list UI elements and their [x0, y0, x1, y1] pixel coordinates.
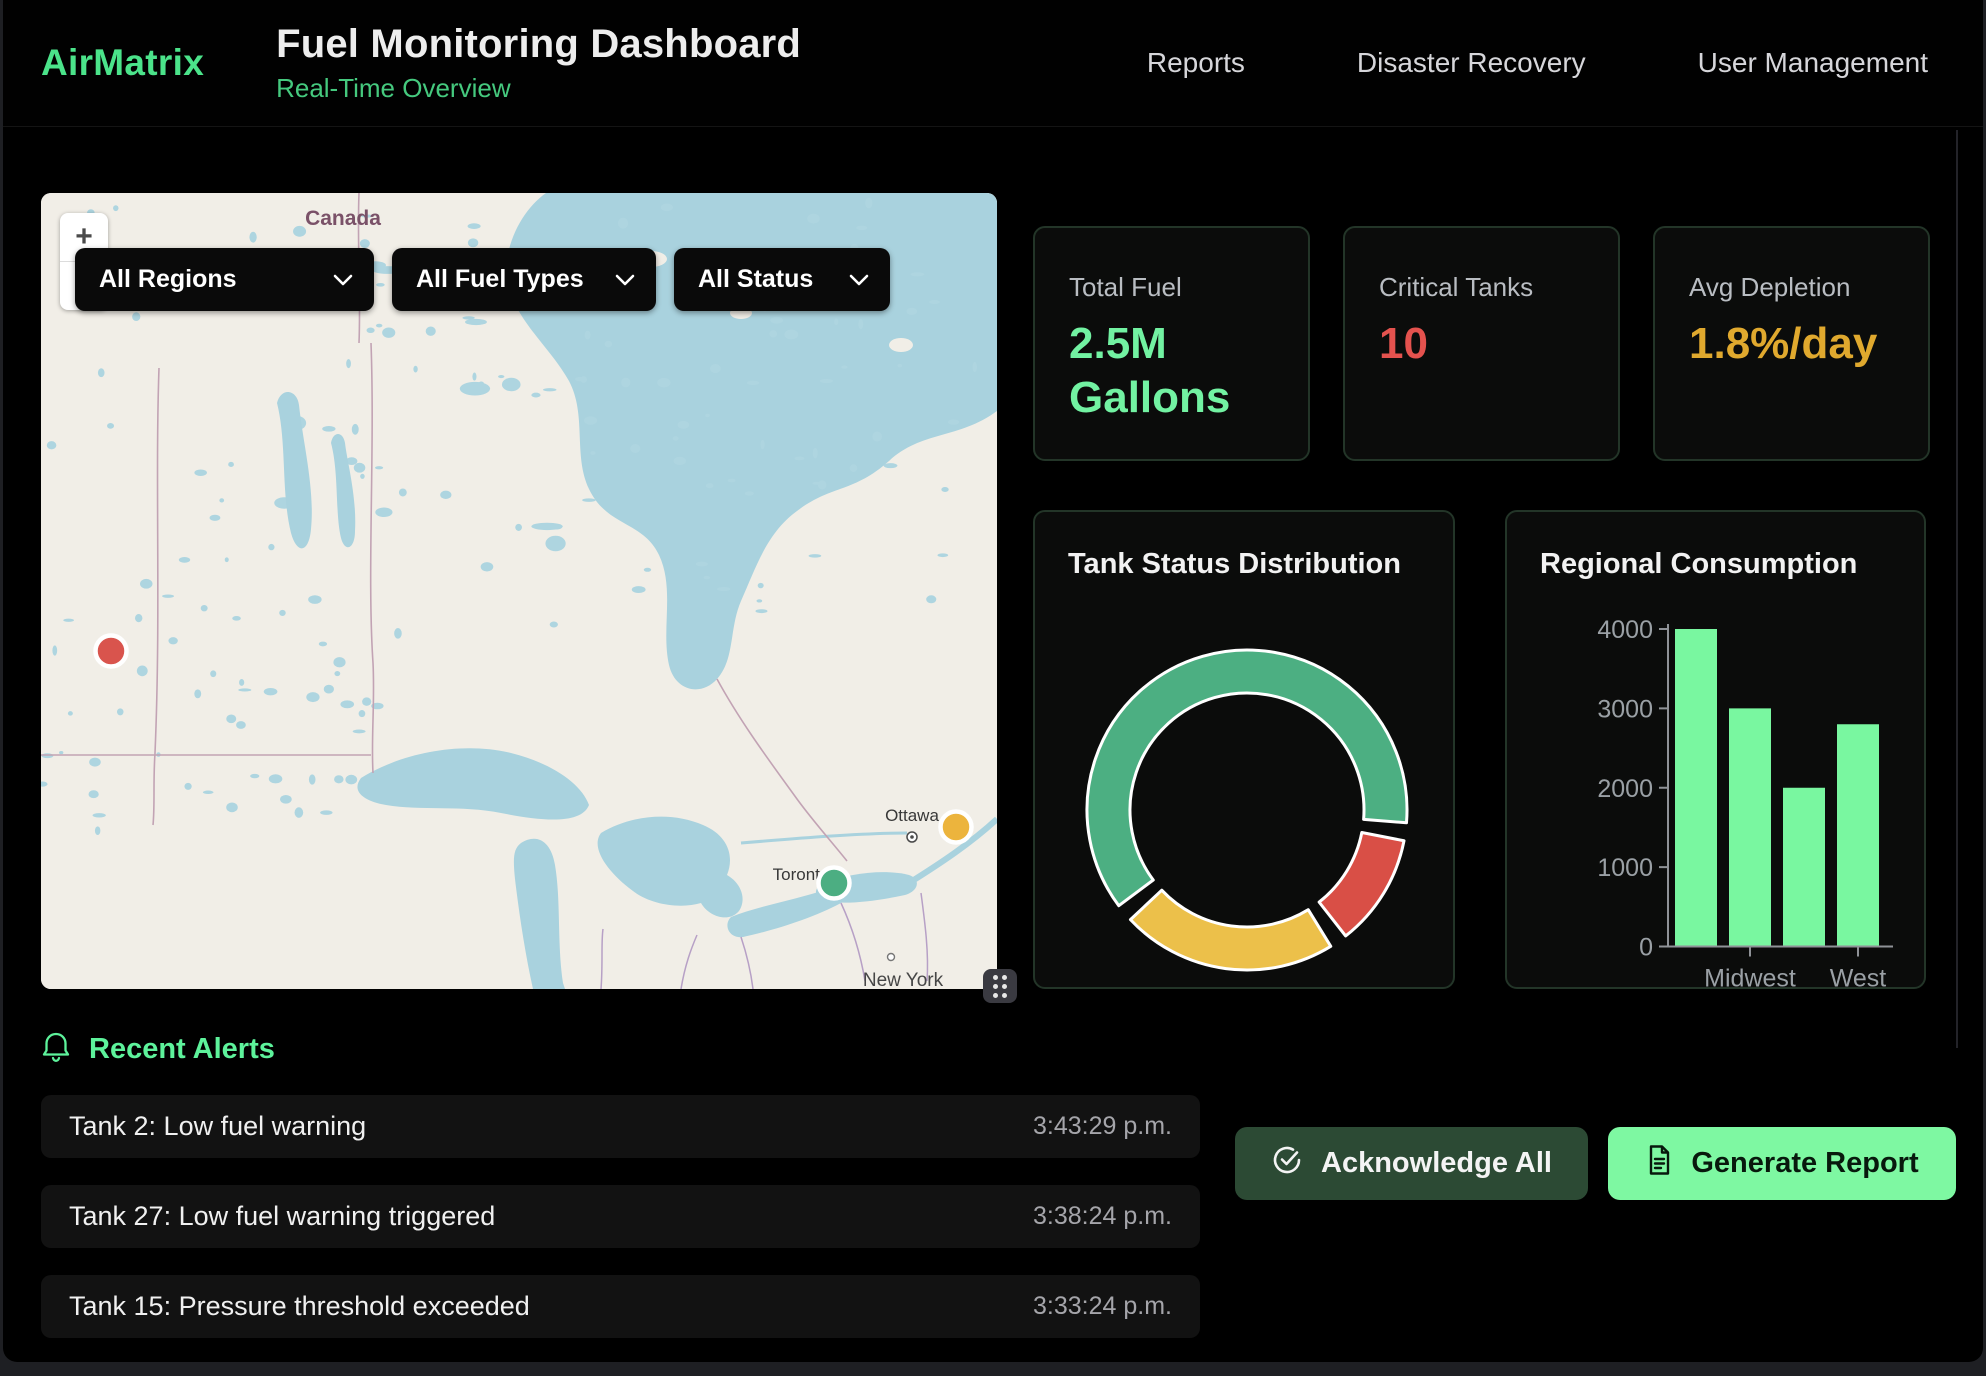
main-nav: Reports Disaster Recovery User Managemen…: [1147, 47, 1928, 79]
map-label-new-york: New York: [863, 970, 944, 989]
chevron-down-icon: [848, 273, 870, 287]
page-title: Fuel Monitoring Dashboard: [276, 22, 801, 67]
alerts-title: Recent Alerts: [89, 1033, 275, 1066]
svg-text:Midwest: Midwest: [1704, 965, 1796, 990]
alert-time: 3:38:24 p.m.: [1033, 1202, 1172, 1231]
svg-text:1000: 1000: [1597, 854, 1653, 882]
alert-row[interactable]: Tank 2: Low fuel warning 3:43:29 p.m.: [41, 1095, 1200, 1158]
svg-text:4000: 4000: [1597, 616, 1653, 644]
right-column: Total Fuel 2.5M Gallons Critical Tanks 1…: [1033, 226, 1930, 989]
status-filter-value: All Status: [698, 265, 813, 294]
stats-row: Total Fuel 2.5M Gallons Critical Tanks 1…: [1033, 226, 1930, 461]
map-resize-handle[interactable]: [983, 969, 1017, 1003]
stat-label: Critical Tanks: [1379, 272, 1584, 303]
alert-text: Tank 27: Low fuel warning triggered: [69, 1201, 495, 1232]
fuel-tank-map[interactable]: Canada Ottawa Toronto New York: [41, 193, 997, 989]
normal-tank-marker[interactable]: [819, 868, 850, 899]
stat-value: 1.8%/day: [1689, 317, 1894, 371]
critical-tank-marker[interactable]: [96, 636, 127, 667]
svg-text:0: 0: [1639, 934, 1653, 962]
alerts-section: Recent Alerts Tank 2: Low fuel warning 3…: [3, 1031, 1983, 1338]
warning-tank-marker[interactable]: [941, 812, 972, 843]
charts-row: Tank Status Distribution Regional Consum…: [1033, 510, 1930, 989]
chevron-down-icon: [332, 273, 354, 287]
chevron-down-icon: [614, 273, 636, 287]
regions-filter-value: All Regions: [99, 265, 237, 294]
nav-disaster-recovery[interactable]: Disaster Recovery: [1357, 47, 1586, 79]
stat-value: 10: [1379, 317, 1584, 371]
fuel-type-filter-select[interactable]: All Fuel Types: [392, 248, 656, 311]
donut-chart-title: Tank Status Distribution: [1068, 548, 1453, 581]
alert-actions: Acknowledge All Generate Report: [1235, 1127, 1956, 1200]
alert-time: 3:33:24 p.m.: [1033, 1292, 1172, 1321]
nav-reports[interactable]: Reports: [1147, 47, 1245, 79]
alert-row[interactable]: Tank 27: Low fuel warning triggered 3:38…: [41, 1185, 1200, 1248]
map-section: Canada Ottawa Toronto New York + −: [41, 193, 997, 989]
stat-card-critical-tanks: Critical Tanks 10: [1343, 226, 1620, 461]
app-logo: AirMatrix: [41, 42, 204, 84]
tank-status-donut-chart: [1057, 620, 1437, 989]
regional-consumption-bar-chart: 0 1000 2000 3000 4000 Midwest West: [1507, 512, 1926, 989]
title-block: Fuel Monitoring Dashboard Real-Time Over…: [276, 22, 801, 104]
page-subtitle: Real-Time Overview: [276, 73, 801, 104]
nav-user-management[interactable]: User Management: [1698, 47, 1928, 79]
generate-report-label: Generate Report: [1691, 1147, 1918, 1180]
scrollbar-track[interactable]: [1956, 130, 1958, 1048]
fuel-type-filter-value: All Fuel Types: [416, 265, 584, 294]
stat-label: Total Fuel: [1069, 272, 1274, 303]
svg-text:2000: 2000: [1597, 775, 1653, 803]
dashboard-window: AirMatrix Fuel Monitoring Dashboard Real…: [3, 0, 1983, 1362]
check-circle-icon: [1271, 1144, 1303, 1184]
map-label-canada: Canada: [305, 207, 381, 230]
generate-report-button[interactable]: Generate Report: [1608, 1127, 1956, 1200]
stat-value: 2.5M Gallons: [1069, 317, 1274, 424]
document-icon: [1645, 1144, 1673, 1184]
tank-status-card: Tank Status Distribution: [1033, 510, 1455, 989]
acknowledge-all-label: Acknowledge All: [1321, 1147, 1552, 1180]
svg-text:3000: 3000: [1597, 695, 1653, 723]
acknowledge-all-button[interactable]: Acknowledge All: [1235, 1127, 1588, 1200]
alerts-header: Recent Alerts: [41, 1031, 1983, 1068]
map-filters: All Regions All Fuel Types All Status: [75, 248, 890, 311]
bell-icon: [41, 1031, 71, 1068]
status-filter-select[interactable]: All Status: [674, 248, 890, 311]
stat-card-total-fuel: Total Fuel 2.5M Gallons: [1033, 226, 1310, 461]
header: AirMatrix Fuel Monitoring Dashboard Real…: [3, 0, 1983, 127]
main-content: Canada Ottawa Toronto New York + −: [3, 127, 1983, 989]
map-label-ottawa: Ottawa: [885, 806, 939, 825]
svg-text:West: West: [1830, 965, 1887, 990]
stat-card-avg-depletion: Avg Depletion 1.8%/day: [1653, 226, 1930, 461]
alert-text: Tank 15: Pressure threshold exceeded: [69, 1291, 530, 1322]
regional-consumption-card: Regional Consumption 01000200030004000Mi…: [1505, 510, 1926, 989]
alert-text: Tank 2: Low fuel warning: [69, 1111, 366, 1142]
stat-label: Avg Depletion: [1689, 272, 1894, 303]
regions-filter-select[interactable]: All Regions: [75, 248, 374, 311]
alert-time: 3:43:29 p.m.: [1033, 1112, 1172, 1141]
alert-row[interactable]: Tank 15: Pressure threshold exceeded 3:3…: [41, 1275, 1200, 1338]
